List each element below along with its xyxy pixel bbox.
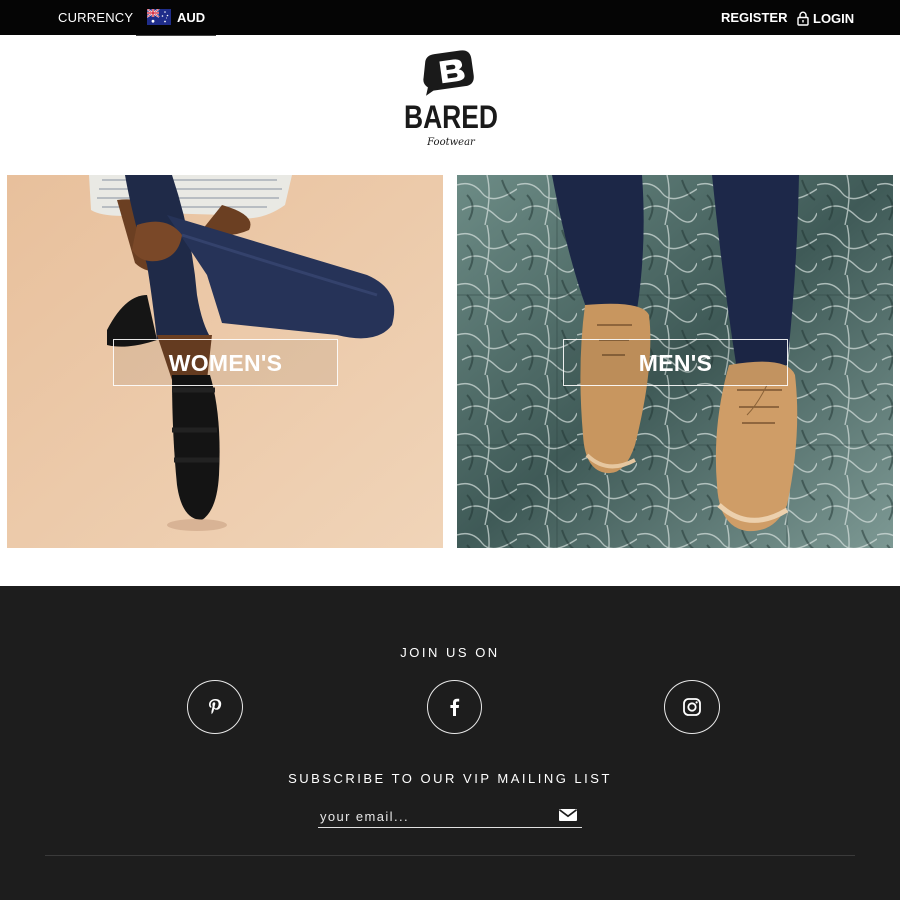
subscribe-button[interactable] <box>558 807 578 823</box>
footer-divider <box>45 855 855 856</box>
womens-label: WOMEN'S <box>113 339 338 386</box>
currency-selector[interactable]: AUD <box>136 0 216 36</box>
currency-code: AUD <box>177 10 206 25</box>
footer: JOIN US ON SUBSCRIBE TO OUR VIP MAILING … <box>0 586 900 900</box>
join-us-title: JOIN US ON <box>400 645 500 660</box>
mens-category-tile[interactable]: MEN'S <box>457 175 893 548</box>
instagram-link[interactable] <box>664 680 720 734</box>
subscribe-title: SUBSCRIBE TO OUR VIP MAILING LIST <box>288 771 612 786</box>
bared-footwear-logo[interactable]: BARED Footwear <box>401 50 501 150</box>
login-label: LOGIN <box>813 10 855 26</box>
email-input[interactable] <box>320 806 550 826</box>
lock-icon <box>797 11 809 26</box>
brand-tagline: Footwear <box>426 137 476 148</box>
register-link[interactable]: REGISTER <box>721 10 787 25</box>
envelope-icon <box>559 809 577 821</box>
newsletter-form <box>318 804 582 828</box>
currency-label: CURRENCY <box>58 10 134 25</box>
facebook-link[interactable] <box>427 680 482 734</box>
facebook-icon <box>449 698 459 716</box>
instagram-icon <box>683 698 701 716</box>
top-bar: CURRENCY AUD REGISTER LOGIN <box>0 0 900 36</box>
mens-label: MEN'S <box>563 339 788 386</box>
pinterest-icon <box>209 699 222 715</box>
pinterest-link[interactable] <box>187 680 243 734</box>
brand-name: BARED <box>404 99 498 135</box>
womens-category-tile[interactable]: WOMEN'S <box>7 175 443 548</box>
australia-flag-icon <box>147 9 171 25</box>
login-link[interactable]: LOGIN <box>797 9 854 27</box>
